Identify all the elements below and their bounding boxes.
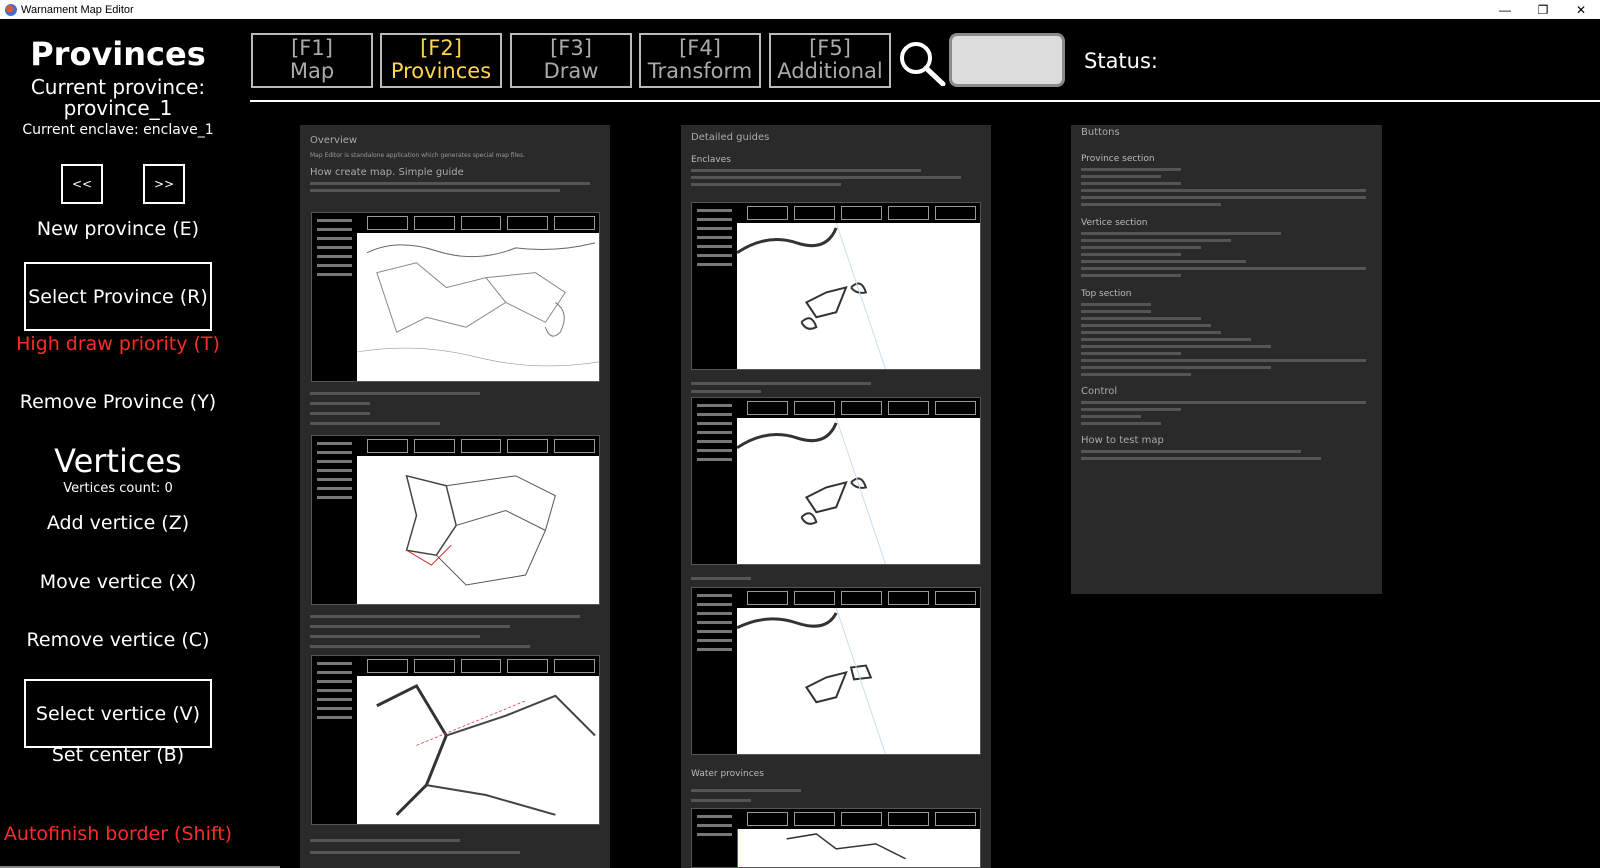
title-bar: Warnament Map Editor — ❐ ✕ xyxy=(0,0,1600,19)
search-input[interactable] xyxy=(949,33,1065,87)
app-icon xyxy=(5,3,17,16)
vertices-title: Vertices xyxy=(54,442,182,480)
tab-provinces-label: Provinces xyxy=(390,59,492,83)
high-draw-priority-button[interactable]: High draw priority (T) xyxy=(0,333,236,355)
move-vertice-button[interactable]: Move vertice (X) xyxy=(0,571,236,593)
tab-map-key: [F1] xyxy=(291,36,333,60)
new-province-button[interactable]: New province (E) xyxy=(0,218,236,240)
top-section-heading: Top section xyxy=(1081,289,1132,299)
buttons-guide-panel[interactable]: Buttons Province section Vertice section… xyxy=(1071,125,1382,594)
search-icon[interactable] xyxy=(897,40,947,86)
status-label: Status: xyxy=(1084,49,1158,73)
prev-enclave-button[interactable]: << xyxy=(61,164,103,204)
select-province-label: Select Province (R) xyxy=(28,285,208,308)
select-vertice-button[interactable]: Select vertice (V) xyxy=(24,679,212,748)
water-provinces-heading: Water provinces xyxy=(691,769,764,779)
tab-map-label: Map xyxy=(289,59,335,83)
tab-provinces[interactable]: [F2] Provinces xyxy=(380,33,502,88)
current-enclave: Current enclave: enclave_1 xyxy=(22,122,214,138)
set-center-button[interactable]: Set center (B) xyxy=(0,744,236,766)
window-controls: — ❐ ✕ xyxy=(1486,0,1600,19)
how-to-test-heading: How to test map xyxy=(1081,435,1164,446)
select-vertice-label: Select vertice (V) xyxy=(35,702,201,725)
tab-provinces-key: [F2] xyxy=(420,36,462,60)
tab-transform-key: [F4] xyxy=(679,36,721,60)
guide-screenshot xyxy=(691,397,981,565)
detailed-guide-panel[interactable]: Detailed guides Enclaves Water provinces xyxy=(681,125,991,868)
guide-screenshot xyxy=(691,202,981,370)
tab-draw-label: Draw xyxy=(543,59,599,83)
tab-transform[interactable]: [F4] Transform xyxy=(639,33,761,88)
window-title: Warnament Map Editor xyxy=(21,3,134,16)
tab-draw[interactable]: [F3] Draw xyxy=(510,33,632,88)
tab-map[interactable]: [F1] Map xyxy=(251,33,373,88)
buttons-heading: Buttons xyxy=(1081,127,1120,138)
overview-guide-panel[interactable]: Overview Map Editor is standalone applic… xyxy=(300,125,610,868)
detailed-heading: Detailed guides xyxy=(691,132,770,143)
minimize-icon[interactable]: — xyxy=(1486,0,1524,19)
control-heading: Control xyxy=(1081,386,1118,397)
vertice-section-heading: Vertice section xyxy=(1081,218,1148,228)
tab-draw-key: [F3] xyxy=(550,36,592,60)
enclaves-heading: Enclaves xyxy=(691,155,731,165)
guide-screenshot xyxy=(691,587,981,755)
simple-guide-heading: How create map. Simple guide xyxy=(310,167,464,178)
guide-screenshot xyxy=(691,808,981,868)
overview-heading: Overview xyxy=(310,135,358,146)
section-title: Provinces xyxy=(30,35,206,73)
vertices-count: Vertices count: 0 xyxy=(63,481,173,496)
province-section-heading: Province section xyxy=(1081,154,1155,164)
remove-vertice-button[interactable]: Remove vertice (C) xyxy=(0,629,236,651)
current-province-value: province_1 xyxy=(63,96,173,120)
remove-province-button[interactable]: Remove Province (Y) xyxy=(0,391,236,413)
add-vertice-button[interactable]: Add vertice (Z) xyxy=(0,512,236,534)
tab-additional-label: Additional xyxy=(777,59,883,83)
guide-screenshot xyxy=(311,655,600,825)
guide-screenshot xyxy=(311,435,600,605)
guide-screenshot xyxy=(311,212,600,382)
next-enclave-button[interactable]: >> xyxy=(143,164,185,204)
close-icon[interactable]: ✕ xyxy=(1562,0,1600,19)
toolbar-divider xyxy=(250,100,1600,102)
autofinish-border-button[interactable]: Autofinish border (Shift) xyxy=(0,823,236,845)
select-province-button[interactable]: Select Province (R) xyxy=(24,262,212,331)
tab-additional[interactable]: [F5] Additional xyxy=(769,33,891,88)
overview-intro: Map Editor is standalone application whi… xyxy=(310,152,525,159)
tab-additional-key: [F5] xyxy=(809,36,851,60)
tab-transform-label: Transform xyxy=(647,59,753,83)
restore-icon[interactable]: ❐ xyxy=(1524,0,1562,19)
sidebar: Provinces Current province: province_1 C… xyxy=(0,19,236,868)
